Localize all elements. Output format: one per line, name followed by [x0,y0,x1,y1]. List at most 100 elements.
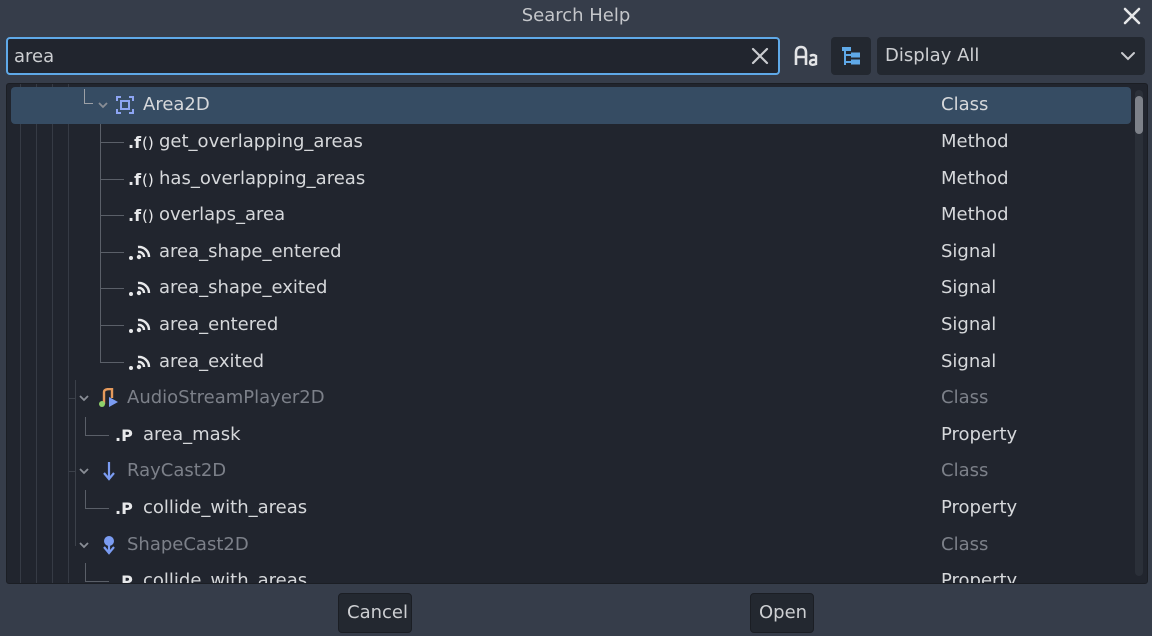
property-icon: .P [115,426,133,445]
tree-connector [85,490,86,508]
tree-connector [100,362,124,363]
result-name: collide_with_areas [143,570,308,584]
tree-row-area2d[interactable]: Area2D Class [11,87,1131,124]
svg-text:(): () [142,207,154,225]
result-kind: Class [941,460,989,481]
result-name: area_entered [159,314,279,335]
tree-row-method[interactable]: .f() overlaps_area Method [7,197,1131,233]
title-bar: Search Help [0,0,1152,34]
result-kind: Signal [941,351,997,372]
signal-icon [129,355,151,370]
area2d-icon [116,96,134,114]
tree-row-audiostreamplayer2d[interactable]: AudioStreamPlayer2D Class [7,380,1131,416]
tree-row-raycast2d[interactable]: RayCast2D Class [7,453,1131,489]
method-icon: .f() [128,133,154,152]
tree-connector [85,563,86,581]
dialog-title: Search Help [521,5,631,26]
chevron-down-icon[interactable] [78,465,90,477]
signal-icon [129,245,151,260]
result-name: area_shape_entered [159,241,342,262]
result-name: ShapeCast2D [127,534,249,555]
scrollbar-thumb[interactable] [1135,96,1143,134]
result-kind: Signal [941,277,997,298]
svg-text:.P: .P [115,499,133,518]
case-sensitive-icon [794,45,818,66]
result-kind: Method [941,204,1009,225]
tree-row-property[interactable]: .P area_mask Property [7,417,1131,453]
shapecast2d-icon [103,536,115,555]
result-name: collide_with_areas [143,497,308,518]
result-kind: Property [941,424,1018,445]
result-name: area_mask [143,424,241,445]
result-name: AudioStreamPlayer2D [127,387,325,408]
tree-connector [100,215,124,216]
search-input[interactable] [14,39,734,73]
result-kind: Signal [941,314,997,335]
result-name: get_overlapping_areas [159,131,363,152]
tree-row-signal[interactable]: area_shape_exited Signal [7,270,1131,306]
chevron-down-icon[interactable] [78,392,90,404]
tree-row-shapecast2d[interactable]: ShapeCast2D Class [7,527,1131,563]
method-icon: .f() [128,170,154,189]
raycast2d-icon [103,462,115,481]
result-name: RayCast2D [127,460,227,481]
result-kind: Method [941,168,1009,189]
svg-text:.P: .P [115,572,133,584]
method-icon: .f() [128,206,154,225]
close-icon [1123,7,1141,25]
case-sensitive-toggle[interactable] [788,37,826,75]
svg-text:.f: .f [128,170,142,189]
result-kind: Property [941,497,1018,518]
result-kind: Class [941,387,989,408]
tree-connector [100,325,124,326]
result-kind: Method [941,131,1009,152]
tree-connector [100,288,124,289]
search-field[interactable] [6,37,780,75]
tree-row-property[interactable]: .P collide_with_areas Property [7,490,1131,526]
svg-text:.f: .f [128,133,142,152]
tree-row-signal[interactable]: area_shape_entered Signal [7,234,1131,270]
tree-row-signal[interactable]: area_exited Signal [7,344,1131,380]
tree-connector [85,581,109,582]
svg-text:.f: .f [128,206,142,225]
open-button[interactable]: Open [750,593,814,633]
result-name: Area2D [143,94,210,115]
signal-icon [129,281,151,296]
clear-icon [751,47,769,65]
tree-connector [75,545,76,546]
tree-row-signal[interactable]: area_entered Signal [7,307,1131,343]
result-name: area_exited [159,351,265,372]
vertical-scrollbar[interactable] [1135,90,1143,576]
result-kind: Class [941,534,989,555]
display-filter-dropdown[interactable]: Display All [877,37,1145,75]
svg-text:.P: .P [115,426,133,445]
chevron-down-icon[interactable] [78,539,90,551]
tree-connector [69,398,76,399]
tree-connector [69,471,76,472]
property-icon: .P [115,499,133,518]
tree-connector [100,179,124,180]
signal-icon [129,318,151,333]
result-name: area_shape_exited [159,277,328,298]
clear-search-button[interactable] [748,44,772,68]
chevron-down-icon [1121,52,1135,61]
result-name: has_overlapping_areas [159,168,366,189]
cancel-button[interactable]: Cancel [338,593,412,633]
tree-row-method[interactable]: .f() get_overlapping_areas Method [7,124,1131,160]
close-button[interactable] [1120,3,1144,29]
chevron-down-icon[interactable] [97,99,109,111]
tree-row-method[interactable]: .f() has_overlapping_areas Method [7,161,1131,197]
tree-connector [100,142,124,143]
hierarchy-toggle[interactable] [831,37,871,75]
result-kind: Class [941,94,989,115]
tree-connector [100,252,124,253]
tree-connector [85,508,109,509]
tree-connector [84,89,85,103]
search-results-tree[interactable]: Area2D Class .f() get_overlapping_areas … [6,83,1148,584]
property-icon: .P [115,572,133,584]
svg-text:(): () [142,134,154,152]
audio-stream-player-2d-icon [99,388,118,407]
result-kind: Signal [941,241,997,262]
tree-row-property[interactable]: .P collide_with_areas Property [7,563,1131,584]
tree-connector [85,417,86,435]
